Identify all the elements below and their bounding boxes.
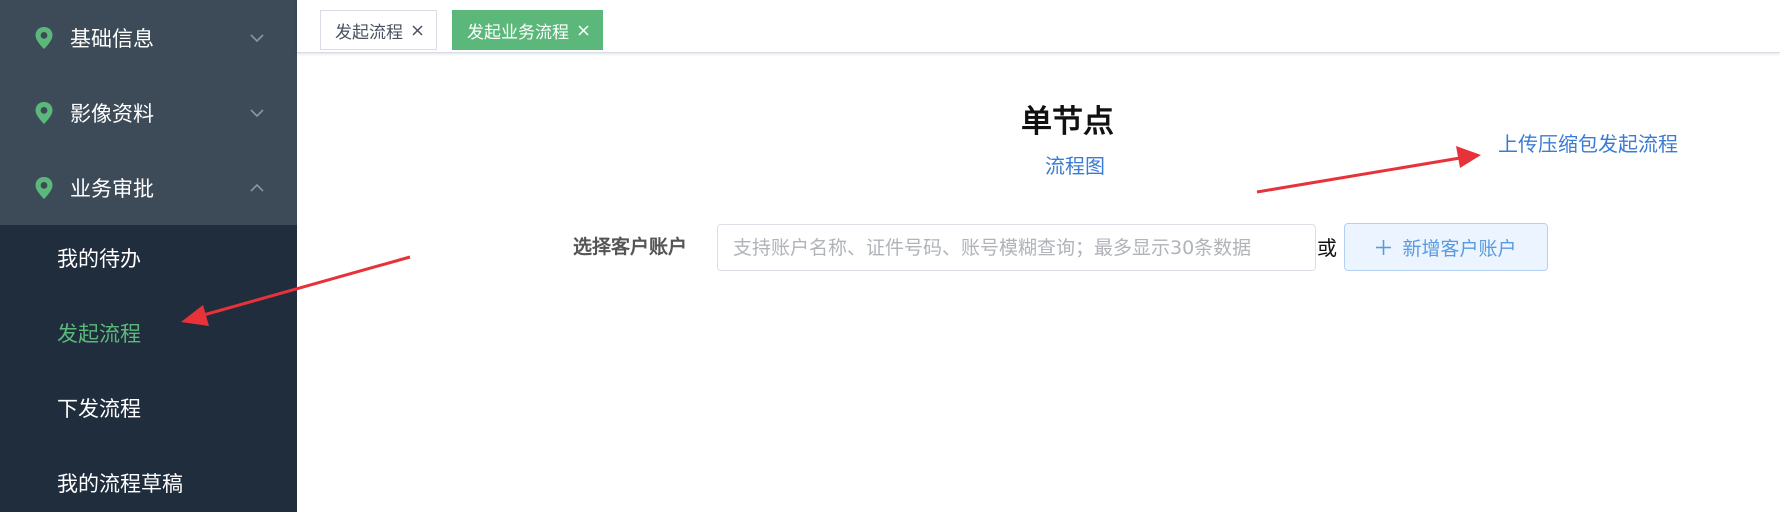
sidebar-item-issue-process[interactable]: 下发流程 [0, 370, 297, 445]
close-icon[interactable] [577, 24, 590, 37]
page-title: 单节点 [1021, 104, 1114, 140]
or-text: 或 [1317, 236, 1337, 260]
tab-label: 发起业务流程 [467, 22, 569, 43]
select-account-label: 选择客户账户 [573, 236, 688, 258]
tab-start-business-process[interactable]: 发起业务流程 [452, 10, 603, 50]
menu-group-basic-info[interactable]: 基础信息 [0, 0, 297, 75]
menu-group-label: 基础信息 [70, 26, 154, 51]
chevron-down-icon [250, 33, 264, 42]
menu-group-label: 影像资料 [70, 101, 154, 126]
sidebar: 基础信息 影像资料 业务审批 我的待办 发起流程 下发流程 我的流程草稿 [0, 0, 297, 512]
location-pin-icon [35, 176, 53, 199]
add-customer-account-button[interactable]: 新增客户账户 [1344, 223, 1548, 271]
sidebar-item-label: 下发流程 [57, 396, 141, 421]
sidebar-item-my-todo[interactable]: 我的待办 [0, 220, 297, 295]
flow-chart-link[interactable]: 流程图 [1045, 150, 1105, 179]
upload-zip-start-process-link[interactable]: 上传压缩包发起流程 [1498, 128, 1678, 157]
tab-start-process[interactable]: 发起流程 [320, 10, 437, 50]
sidebar-item-label: 我的流程草稿 [57, 471, 183, 496]
tab-label: 发起流程 [335, 22, 403, 43]
location-pin-icon [35, 26, 53, 49]
annotation-arrow-upload [1256, 146, 1481, 194]
tabs-bar: 发起流程 发起业务流程 [297, 0, 1780, 53]
account-search-input[interactable] [717, 224, 1316, 271]
menu-group-image-data[interactable]: 影像资料 [0, 75, 297, 150]
location-pin-icon [35, 101, 53, 124]
sidebar-item-label: 发起流程 [57, 321, 141, 346]
menu-group-business-approval[interactable]: 业务审批 [0, 150, 297, 225]
menu-group-label: 业务审批 [70, 176, 154, 201]
chevron-up-icon [250, 183, 264, 192]
sidebar-item-process-drafts[interactable]: 我的流程草稿 [0, 445, 297, 520]
plus-icon [1376, 239, 1392, 255]
sidebar-item-start-process[interactable]: 发起流程 [0, 295, 297, 370]
sidebar-item-label: 我的待办 [57, 246, 141, 271]
close-icon[interactable] [411, 24, 424, 37]
add-button-label: 新增客户账户 [1402, 237, 1517, 260]
chevron-down-icon [250, 108, 264, 117]
